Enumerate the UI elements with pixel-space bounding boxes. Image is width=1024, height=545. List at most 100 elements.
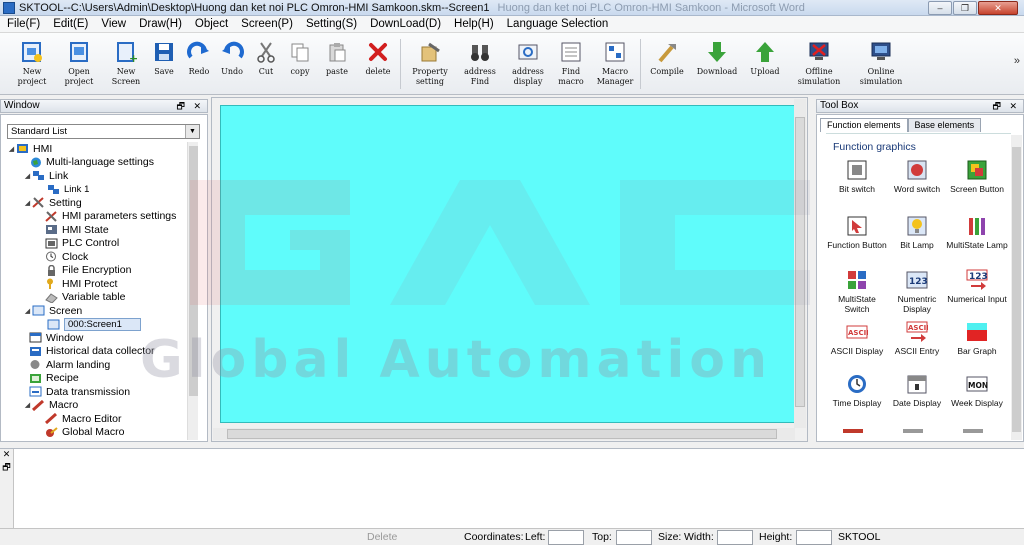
- tool-word-switch[interactable]: Word switch: [885, 159, 949, 194]
- compile-button[interactable]: Compile: [648, 39, 686, 93]
- undo-button[interactable]: Undo: [218, 39, 246, 93]
- tool-row-partial: [843, 429, 993, 433]
- tree-item-macro[interactable]: ◢ Macro: [7, 399, 187, 413]
- redo-button[interactable]: Redo: [185, 39, 213, 93]
- tool-bit-switch[interactable]: Bit switch: [825, 159, 889, 194]
- tab-base-elements[interactable]: Base elements: [907, 118, 982, 132]
- maximize-button[interactable]: ❐: [953, 1, 977, 15]
- menu-setting[interactable]: Setting(S): [299, 18, 363, 30]
- menu-help[interactable]: Help(H): [447, 18, 500, 30]
- address-display-button[interactable]: address display: [508, 39, 548, 93]
- upload-button[interactable]: Upload: [748, 39, 782, 93]
- menu-edit[interactable]: Edit(E): [46, 18, 94, 30]
- canvas-vertical-scrollbar[interactable]: [794, 99, 806, 428]
- chevron-down-icon[interactable]: ▼: [185, 125, 199, 138]
- tree-item-link-1[interactable]: Link 1: [7, 183, 187, 197]
- window-title: SKTOOL--C:\Users\Admin\Desktop\Huong dan…: [19, 1, 490, 14]
- list-type-combobox[interactable]: Standard List ▼: [7, 124, 200, 139]
- toolbox-panel: Function elements Base elements Function…: [816, 114, 1024, 442]
- svg-text:123: 123: [969, 272, 988, 282]
- tree-item-macro-editor[interactable]: Macro Editor: [7, 412, 187, 426]
- window-panel-buttons[interactable]: 🗗 ✕: [177, 100, 205, 112]
- online-simulation-button[interactable]: Online simulation: [858, 39, 904, 93]
- tool-date-display[interactable]: Date Display: [885, 373, 949, 408]
- tool-week-display[interactable]: MON Week Display: [945, 373, 1009, 408]
- tool-multistate-switch[interactable]: MultiState Switch: [825, 269, 889, 314]
- tool-bit-lamp[interactable]: Bit Lamp: [885, 215, 949, 250]
- multistate-lamp-icon: [966, 215, 988, 237]
- tree-item-data-transmission[interactable]: Data transmission: [7, 385, 187, 399]
- toolbox-scrollbar[interactable]: [1011, 135, 1022, 440]
- minimize-button[interactable]: –: [928, 1, 952, 15]
- tool-multistate-lamp[interactable]: MultiState Lamp: [945, 215, 1009, 250]
- tool-bar-graph[interactable]: Bar Graph: [945, 321, 1009, 356]
- macro-manager-button[interactable]: Macro Manager: [596, 39, 634, 93]
- window-panel: Standard List ▼ ◢ HMI Multi-language sett…: [0, 114, 208, 442]
- tool-screen-button[interactable]: Screen Button: [945, 159, 1009, 194]
- tree-item-hmi-protect[interactable]: HMI Protect: [7, 277, 187, 291]
- tree-item-file-encryption[interactable]: File Encryption: [7, 264, 187, 278]
- canvas-horizontal-scrollbar[interactable]: [213, 428, 795, 440]
- tool-function-button[interactable]: Function Button: [825, 215, 889, 250]
- menu-download[interactable]: DownLoad(D): [363, 18, 447, 30]
- hmi-icon: [16, 143, 29, 154]
- tool-time-display[interactable]: Time Display: [825, 373, 889, 408]
- screen-icon: [32, 305, 45, 316]
- clock-icon: [45, 251, 58, 262]
- status-width-label: Width:: [684, 531, 714, 543]
- tool-ascii-entry[interactable]: ASCII ASCII Entry: [885, 321, 949, 356]
- table-icon: [45, 292, 58, 303]
- tree-item-screen[interactable]: ◢ Screen: [7, 304, 187, 318]
- new-project-icon: [19, 39, 45, 65]
- menu-file[interactable]: File(F): [0, 18, 46, 30]
- tree-item-hmi-state[interactable]: HMI State: [7, 223, 187, 237]
- compile-icon: [654, 39, 680, 65]
- tree-item-screen1[interactable]: 000:Screen1: [7, 317, 187, 332]
- tree-item-setting[interactable]: ◢ Setting: [7, 196, 187, 210]
- copy-button[interactable]: copy: [286, 39, 314, 93]
- tree-scrollbar[interactable]: [187, 142, 198, 440]
- toolbox-buttons[interactable]: 🗗 ✕: [993, 100, 1021, 112]
- tree-item-recipe[interactable]: Recipe: [7, 372, 187, 386]
- tree-item-hmi[interactable]: ◢ HMI: [7, 142, 187, 156]
- new-screen-button[interactable]: + New Screen: [108, 39, 144, 93]
- tree-item-historical-data[interactable]: Historical data collector: [7, 345, 187, 359]
- property-setting-button[interactable]: Property setting: [410, 39, 450, 93]
- tree-item-window[interactable]: Window: [7, 331, 187, 345]
- output-panel-buttons[interactable]: ✕ 🗗: [0, 449, 14, 529]
- download-button[interactable]: Download: [696, 39, 738, 93]
- tree-item-alarm-landing[interactable]: Alarm landing: [7, 358, 187, 372]
- tree-item-global-macro[interactable]: Global Macro: [7, 426, 187, 440]
- delete-button[interactable]: delete: [362, 39, 394, 93]
- editor-area: [211, 97, 808, 442]
- toolbar-overflow-button[interactable]: »: [1014, 55, 1020, 67]
- tree-item-clock[interactable]: Clock: [7, 250, 187, 264]
- menu-object[interactable]: Object: [188, 18, 234, 30]
- status-left-label: Left:: [525, 531, 546, 543]
- new-project-button[interactable]: New project: [14, 39, 50, 93]
- tree-item-variable-table[interactable]: Variable table: [7, 291, 187, 305]
- tree-item-multi-language[interactable]: Multi-language settings: [7, 156, 187, 170]
- tool-ascii-display[interactable]: ASCII ASCII Display: [825, 321, 889, 356]
- menu-view[interactable]: View: [94, 18, 132, 30]
- menu-screen[interactable]: Screen(P): [234, 18, 299, 30]
- tool-numeric-display[interactable]: 123 Numentric Display: [885, 269, 949, 314]
- open-project-button[interactable]: Open project: [60, 39, 98, 93]
- tab-function-elements[interactable]: Function elements: [820, 118, 908, 132]
- key-icon: [45, 278, 58, 290]
- find-macro-button[interactable]: Find macro: [556, 39, 586, 93]
- tree-item-hmi-parameters[interactable]: HMI parameters settings: [7, 210, 187, 224]
- screen-canvas[interactable]: [220, 105, 795, 423]
- close-button[interactable]: ✕: [978, 1, 1018, 15]
- paste-button[interactable]: paste: [322, 39, 352, 93]
- setting-icon: [32, 197, 45, 208]
- menu-language[interactable]: Language Selection: [500, 18, 615, 30]
- menu-draw[interactable]: Draw(H): [132, 18, 188, 30]
- cut-button[interactable]: Cut: [252, 39, 280, 93]
- tree-item-plc-control[interactable]: PLC Control: [7, 237, 187, 251]
- offline-simulation-button[interactable]: Offline simulation: [796, 39, 842, 93]
- tree-item-link[interactable]: ◢ Link: [7, 169, 187, 183]
- tool-numerical-input[interactable]: 123 Numerical Input: [945, 269, 1009, 304]
- address-find-button[interactable]: address Find: [462, 39, 498, 93]
- save-button[interactable]: Save: [150, 39, 178, 93]
